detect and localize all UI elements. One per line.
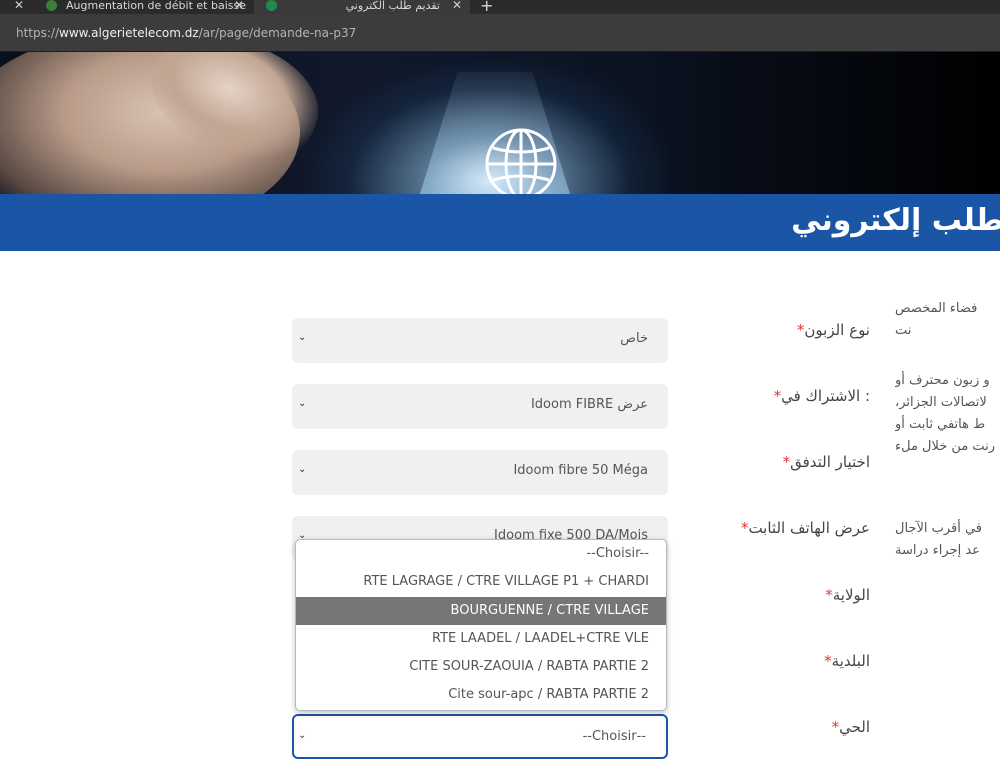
commune-label: البلدية* — [824, 652, 870, 670]
dropdown-option[interactable]: RTE LAADEL / LAADEL+CTRE VLE — [296, 625, 666, 653]
district-select[interactable]: --Choisir-- ⌄ — [292, 714, 668, 759]
close-icon[interactable]: ✕ — [452, 0, 462, 14]
description-line: ط هاتفي ثابت أو — [895, 417, 986, 432]
description-text: و زبون محترف أو لاتصالات الجزائر، ط هاتف… — [895, 370, 1000, 458]
address-bar[interactable]: https://www.algerietelecom.dz/ar/page/de… — [0, 14, 1000, 52]
tab-demande[interactable]: تقديم طلب الكتروني ✕ — [254, 0, 470, 14]
url-path: /ar/page/demande-na-p37 — [198, 26, 357, 40]
url-domain: www.algerietelecom.dz — [59, 26, 199, 40]
speed-select[interactable]: Idoom fibre 50 Méga ⌄ — [292, 450, 668, 495]
select-value: خاص — [620, 331, 648, 346]
subscription-label: : الاشتراك في* — [773, 387, 870, 405]
tab-title: Augmentation de débit et baisse — [66, 0, 246, 12]
site-favicon-icon — [46, 0, 57, 11]
dropdown-option-highlighted[interactable]: BOURGUENNE / CTRE VILLAGE — [296, 597, 666, 625]
browser-tab-bar: ✕ Augmentation de débit et baisse ✕ تقدي… — [0, 0, 1000, 14]
district-label: الحي* — [831, 718, 870, 736]
select-value: Idoom fibre 50 Méga — [513, 463, 648, 478]
site-favicon-icon — [266, 0, 277, 11]
fixed-phone-label: عرض الهاتف الثابت* — [740, 519, 870, 537]
hero-banner — [0, 52, 1000, 194]
url-field[interactable]: https://www.algerietelecom.dz/ar/page/de… — [16, 26, 356, 40]
new-tab-button[interactable]: + — [480, 0, 500, 14]
description-line: لاتصالات الجزائر، — [895, 395, 987, 410]
description-line: فضاء المخصص — [895, 301, 978, 316]
dropdown-option[interactable]: RTE LAGRAGE / CTRE VILLAGE P1 + CHARDI — [296, 568, 666, 596]
description-text: في أقرب الآجال عد إجراء دراسة — [895, 518, 1000, 562]
subscription-select[interactable]: عرض Idoom FIBRE ⌄ — [292, 384, 668, 429]
customer-type-label: نوع الزبون* — [796, 321, 870, 339]
select-value: --Choisir-- — [582, 729, 646, 744]
page-title-band: طلب إلكتروني — [0, 194, 1000, 251]
chevron-down-icon: ⌄ — [298, 398, 307, 409]
customer-type-select[interactable]: خاص ⌄ — [292, 318, 668, 363]
close-icon[interactable]: ✕ — [234, 0, 244, 14]
tab-augmentation[interactable]: Augmentation de débit et baisse ✕ — [36, 0, 254, 14]
district-dropdown-list[interactable]: --Choisir-- RTE LAGRAGE / CTRE VILLAGE P… — [295, 539, 667, 711]
description-line: نت — [895, 323, 912, 338]
dropdown-option[interactable]: --Choisir-- — [296, 540, 666, 568]
tab-close-icon[interactable]: ✕ — [10, 0, 30, 14]
description-line: رنت من خلال ملء — [895, 439, 996, 454]
dropdown-option[interactable]: Cite sour-apc / RABTA PARTIE 2 — [296, 681, 666, 709]
chevron-down-icon: ⌄ — [298, 464, 307, 475]
page-title: طلب إلكتروني — [791, 203, 1000, 238]
description-line: عد إجراء دراسة — [895, 543, 980, 558]
select-value: عرض Idoom FIBRE — [530, 397, 648, 412]
description-text: فضاء المخصص نت — [895, 298, 1000, 342]
description-line: و زبون محترف أو — [895, 373, 990, 388]
chevron-down-icon: ⌄ — [298, 332, 307, 343]
chevron-down-icon: ⌄ — [298, 730, 307, 741]
dropdown-option[interactable]: CITE SOUR-ZAOUIA / RABTA PARTIE 2 — [296, 653, 666, 681]
url-scheme: https:// — [16, 26, 60, 40]
description-line: في أقرب الآجال — [895, 521, 983, 536]
tab-title: تقديم طلب الكتروني — [345, 0, 440, 12]
speed-label: اختيار التدفق* — [782, 453, 870, 471]
wilaya-label: الولاية* — [825, 586, 870, 604]
globe-icon — [485, 128, 557, 194]
